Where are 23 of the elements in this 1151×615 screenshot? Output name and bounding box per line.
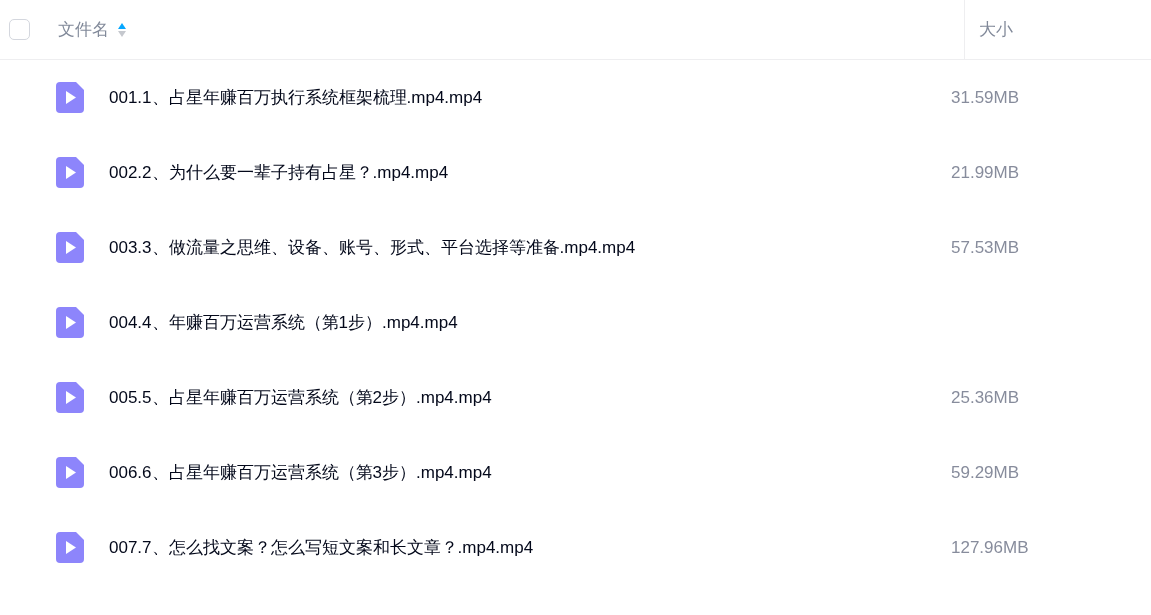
video-file-icon (56, 232, 84, 263)
file-name[interactable]: 007.7、怎么找文案？怎么写短文案和长文章？.mp4.mp4 (109, 537, 534, 557)
video-file-icon (56, 457, 84, 488)
file-size: 59.29MB (951, 462, 1020, 482)
file-size: 25.36MB (951, 387, 1020, 407)
video-file-icon (56, 307, 84, 338)
video-file-icon (56, 82, 84, 113)
file-size: 21.99MB (951, 162, 1020, 182)
video-file-icon (56, 382, 84, 413)
file-name[interactable]: 005.5、占星年赚百万运营系统（第2步）.mp4.mp4 (109, 387, 492, 407)
file-name[interactable]: 004.4、年赚百万运营系统（第1步）.mp4.mp4 (109, 312, 458, 332)
file-name[interactable]: 003.3、做流量之思维、设备、账号、形式、平台选择等准备.mp4.mp4 (109, 237, 636, 257)
video-file-icon (56, 532, 84, 563)
column-header[interactable]: 大小 (979, 16, 1013, 43)
column-header[interactable]: 文件名 (58, 16, 109, 43)
video-file-icon (56, 157, 84, 188)
file-name[interactable]: 006.6、占星年赚百万运营系统（第3步）.mp4.mp4 (109, 462, 492, 482)
checkbox[interactable] (9, 19, 30, 40)
file-name[interactable]: 002.2、为什么要一辈子持有占星？.mp4.mp4 (109, 162, 449, 182)
file-size: 57.53MB (951, 237, 1020, 257)
file-size: 31.59MB (951, 87, 1020, 107)
file-name[interactable]: 001.1、占星年赚百万执行系统框架梳理.mp4.mp4 (109, 87, 483, 107)
file-size: 127.96MB (951, 537, 1029, 557)
